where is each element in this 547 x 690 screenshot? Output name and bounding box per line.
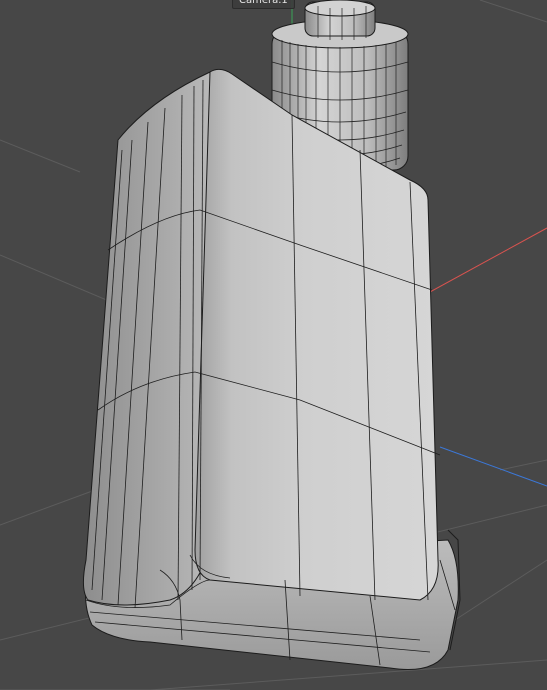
- 3d-viewport[interactable]: Camera.1: [0, 0, 547, 690]
- viewport-canvas[interactable]: [0, 0, 547, 690]
- camera-label[interactable]: Camera.1: [232, 0, 295, 9]
- z-axis-line: [439, 446, 547, 487]
